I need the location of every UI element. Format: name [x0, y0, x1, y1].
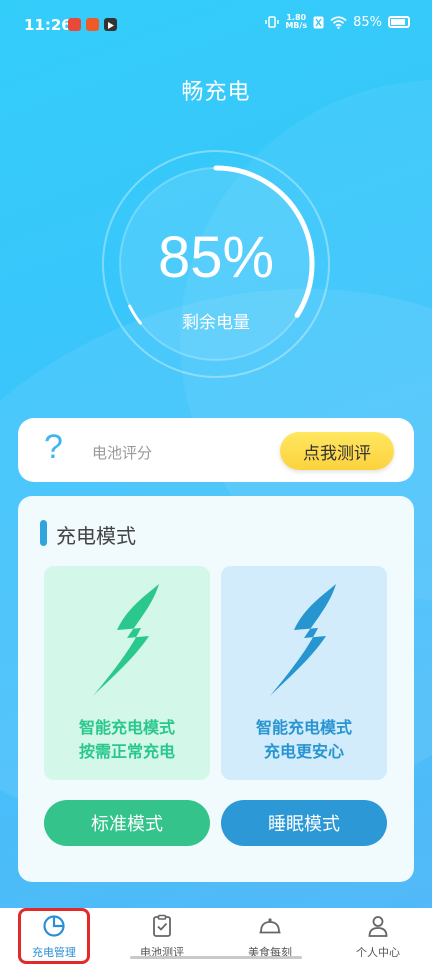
food-cover-icon	[259, 918, 281, 934]
tab-charging-management[interactable]: 充电管理	[18, 908, 90, 964]
sleep-mode-button[interactable]: 睡眠模式	[221, 800, 387, 846]
status-time: 11:26	[24, 16, 72, 34]
user-icon	[368, 916, 388, 937]
battery-rating-card: ? 电池评分 点我测评	[18, 418, 414, 482]
notification-app-icon	[68, 18, 81, 31]
wifi-icon	[330, 15, 347, 29]
tab-label: 充电管理	[32, 946, 76, 959]
battery-icon	[388, 16, 410, 28]
clipboard-check-icon	[153, 914, 171, 937]
tile-line-2: 按需正常充电	[78, 742, 175, 761]
battery-gauge: 85% 剩余电量	[100, 148, 332, 380]
sleep-mode-tile[interactable]: 智能充电模式 充电更安心	[221, 566, 387, 780]
vibrate-icon	[265, 16, 280, 28]
speed-unit: MB/s	[285, 21, 308, 30]
tile-line-1: 智能充电模式	[255, 718, 352, 737]
lightning-bolt-icon	[93, 584, 159, 696]
question-icon: ?	[44, 428, 63, 466]
start-test-button[interactable]: 点我测评	[280, 432, 394, 470]
battery-percent: 85%	[353, 14, 382, 30]
pie-chart-icon	[43, 915, 65, 937]
tab-profile[interactable]: 个人中心	[324, 908, 432, 964]
tile-line-1: 智能充电模式	[78, 718, 175, 737]
remaining-label: 剩余电量	[182, 313, 250, 333]
standard-mode-button[interactable]: 标准模式	[44, 800, 210, 846]
tab-label: 个人中心	[356, 946, 400, 959]
battery-percent-large: 85%	[157, 225, 275, 290]
section-accent-bar	[40, 520, 47, 546]
home-indicator	[130, 956, 302, 959]
lightning-bolt-icon	[270, 584, 336, 696]
notification-app-icon	[86, 18, 99, 31]
status-right: 1.80 MB/s 85%	[265, 14, 410, 30]
status-bar: 11:26 1.80 MB/s 85%	[0, 0, 432, 52]
standard-mode-tile[interactable]: 智能充电模式 按需正常充电	[44, 566, 210, 780]
charging-mode-card: 充电模式 智能充电模式 按需正常充电 智能充电模式 充电更安心 标准模式 睡眠模…	[18, 496, 414, 882]
page-title: 畅充电	[181, 80, 251, 105]
battery-rating-label: 电池评分	[92, 444, 153, 462]
network-speed: 1.80 MB/s	[285, 14, 307, 30]
notification-play-icon	[104, 18, 117, 31]
section-title: 充电模式	[56, 524, 136, 548]
sim-icon	[313, 16, 324, 28]
tile-line-2: 充电更安心	[263, 742, 344, 761]
